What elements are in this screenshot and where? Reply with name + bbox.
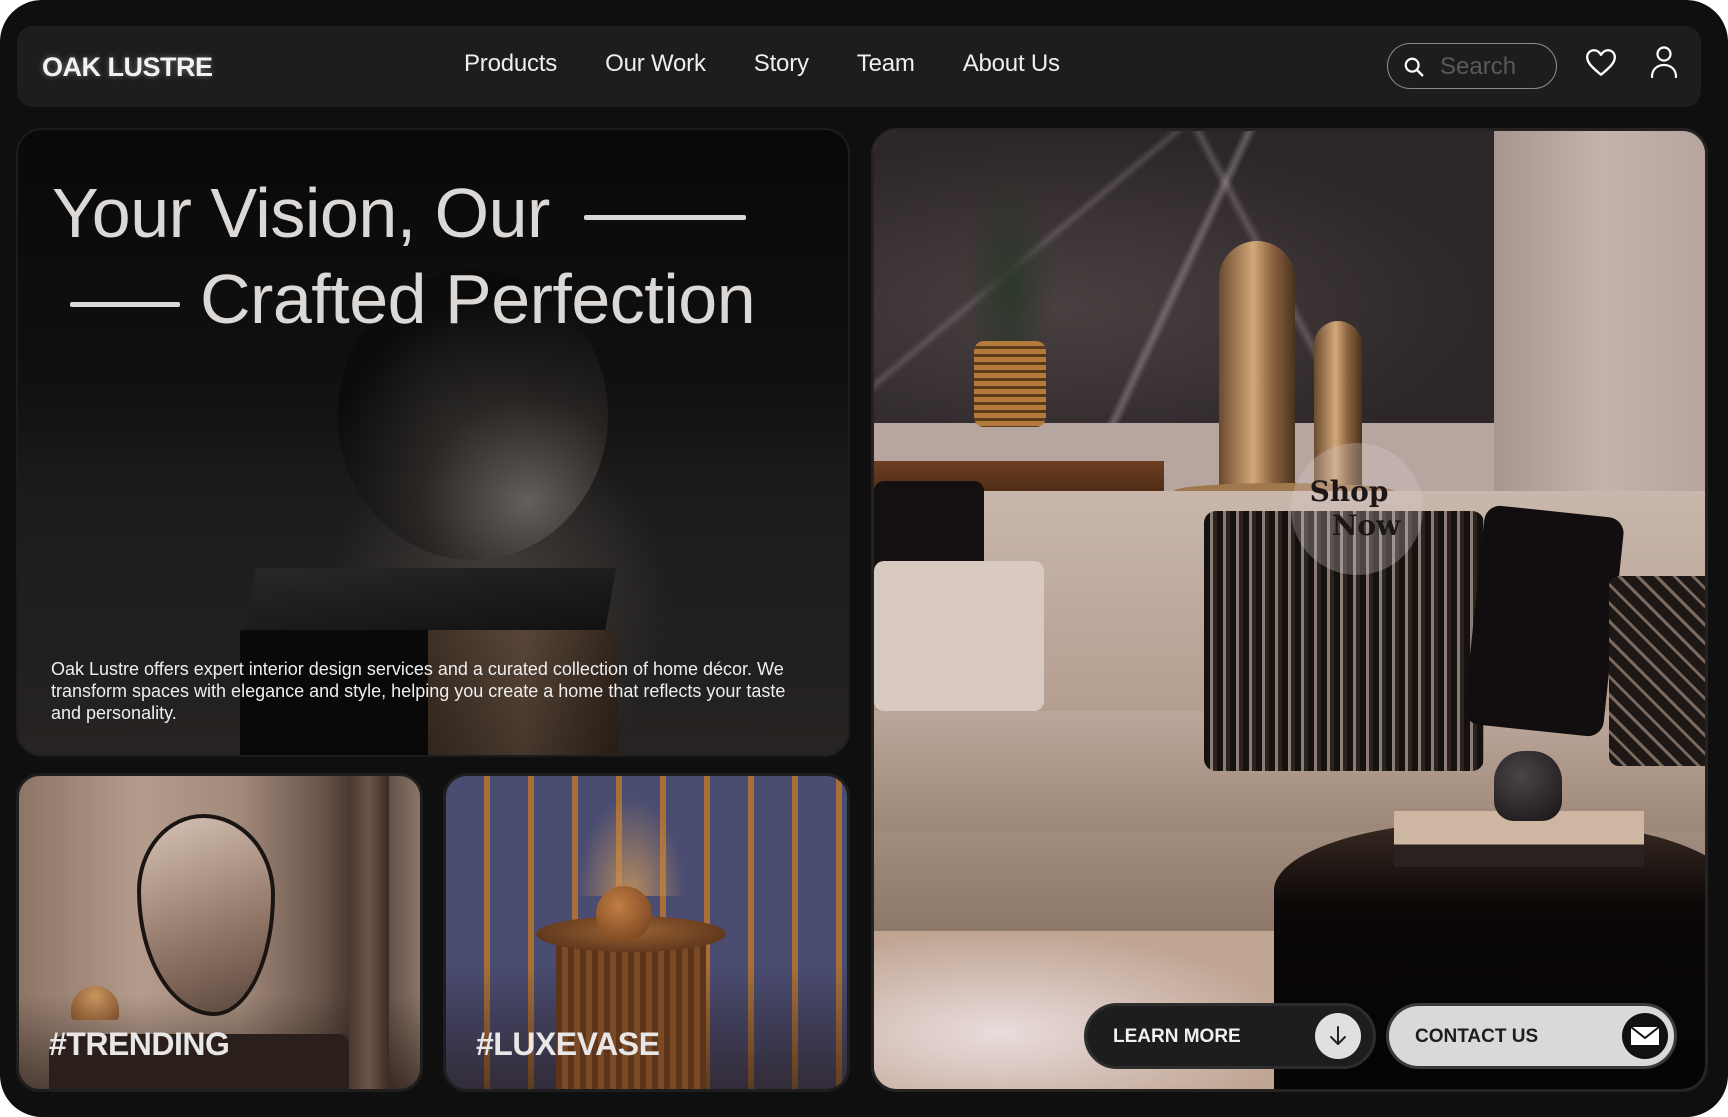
shop-now-badge[interactable]: Shop Now <box>1291 443 1423 575</box>
arrow-down-icon <box>1330 1026 1346 1045</box>
hero-description: Oak Lustre offers expert interior design… <box>51 659 786 723</box>
pampas-grass-illustration <box>576 796 686 896</box>
hero-headline-line1: Your Vision, Our <box>52 174 550 252</box>
search-icon <box>1404 57 1424 77</box>
nav-link-team[interactable]: Team <box>857 50 915 78</box>
hero-headline-line2: Crafted Perfection <box>200 260 756 338</box>
nav-links: Products Our Work Story Team About Us <box>464 50 1108 78</box>
tag-label-trending: #TRENDING <box>49 1026 230 1062</box>
search-input[interactable] <box>1438 51 1552 83</box>
hero-headline: Your Vision, Our Crafted Perfection <box>52 170 756 342</box>
hero-card: Your Vision, Our Crafted Perfection Oak … <box>16 128 850 757</box>
search-box[interactable] <box>1387 43 1557 89</box>
nav-link-about-us[interactable]: About Us <box>963 50 1060 78</box>
headline-dash-decoration <box>583 214 746 220</box>
user-icon[interactable] <box>1649 44 1679 82</box>
heart-icon[interactable] <box>1584 46 1618 80</box>
mail-icon <box>1630 1026 1660 1045</box>
contact-us-label: CONTACT US <box>1415 1026 1539 1047</box>
tag-label-luxevase: #LUXEVASE <box>476 1026 660 1062</box>
app-frame: OAK LUSTRE Products Our Work Story Team … <box>0 0 1728 1117</box>
nav-link-products[interactable]: Products <box>464 50 557 78</box>
mirror-illustration <box>137 814 275 1016</box>
contact-us-button[interactable]: CONTACT US <box>1386 1003 1677 1069</box>
shop-now-line2: Now <box>1331 509 1401 542</box>
nav-link-story[interactable]: Story <box>754 50 809 78</box>
planter-illustration <box>974 341 1046 427</box>
pillow-illustration <box>1609 576 1705 766</box>
nav-link-our-work[interactable]: Our Work <box>605 50 706 78</box>
learn-more-label: LEARN MORE <box>1113 1026 1241 1047</box>
contact-icon-circle <box>1622 1013 1668 1059</box>
brass-vase-large <box>1219 241 1295 491</box>
palm-leaf-illustration <box>964 161 1054 341</box>
shop-now-line1: Shop <box>1309 475 1389 508</box>
pillow-illustration <box>1462 504 1626 738</box>
wall-illustration <box>1494 131 1705 551</box>
showcase-image-card: Shop Now <box>871 128 1708 1092</box>
tag-card-trending[interactable]: #TRENDING <box>16 773 423 1092</box>
brand-logo[interactable]: OAK LUSTRE <box>42 52 213 83</box>
vase-illustration <box>596 886 652 942</box>
top-navbar: OAK LUSTRE Products Our Work Story Team … <box>17 26 1701 107</box>
tag-card-luxevase[interactable]: #LUXEVASE <box>443 773 850 1092</box>
curtain-illustration <box>349 776 389 1089</box>
pillow-illustration <box>874 561 1044 711</box>
learn-more-icon-circle <box>1315 1013 1361 1059</box>
headline-dash-decoration <box>70 301 180 307</box>
lamp-illustration <box>71 986 119 1020</box>
learn-more-button[interactable]: LEARN MORE <box>1084 1003 1376 1069</box>
pedestal-table-illustration <box>556 936 706 1089</box>
pot-illustration <box>1494 751 1562 821</box>
